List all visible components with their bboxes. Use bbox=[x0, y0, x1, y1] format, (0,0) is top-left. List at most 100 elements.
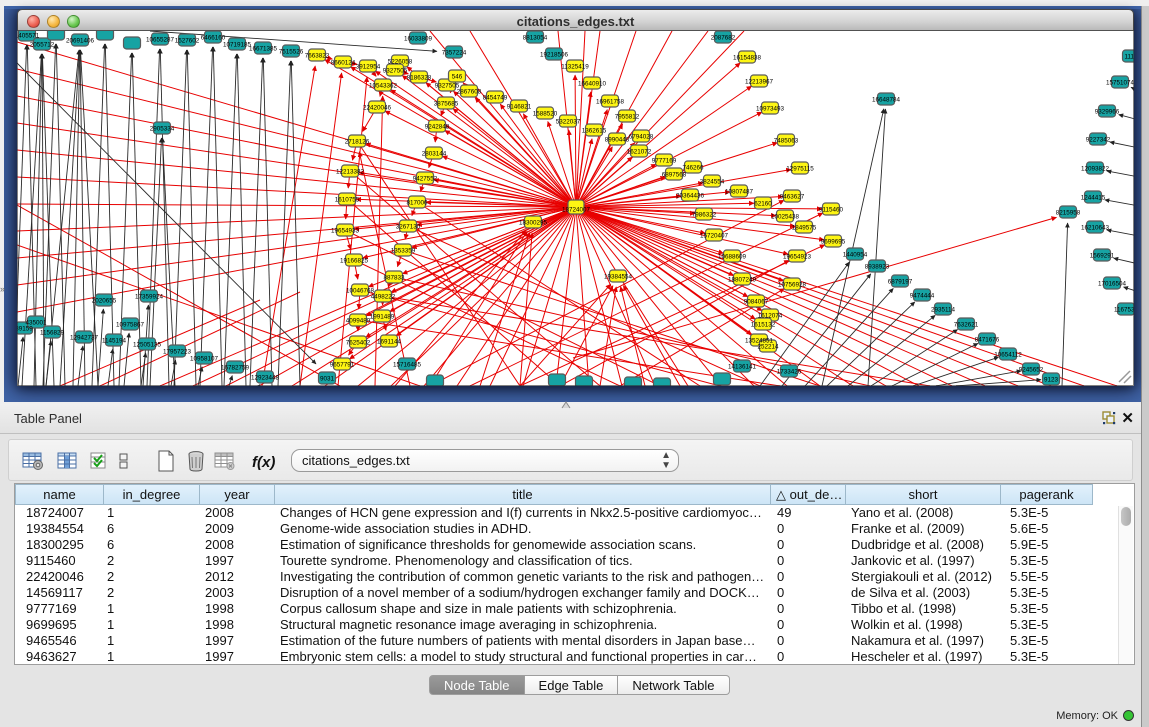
svg-text:252214: 252214 bbox=[757, 344, 779, 351]
svg-text:1610755: 1610755 bbox=[335, 197, 360, 204]
svg-text:18807249: 18807249 bbox=[728, 277, 757, 284]
svg-text:2020655: 2020655 bbox=[92, 298, 117, 305]
svg-text:7515526: 7515526 bbox=[279, 49, 304, 56]
svg-text:7663822: 7663822 bbox=[305, 53, 330, 60]
svg-text:4498222: 4498222 bbox=[371, 294, 396, 301]
svg-text:12213382: 12213382 bbox=[336, 169, 365, 176]
svg-text:18300295: 18300295 bbox=[519, 220, 548, 227]
svg-text:9084067: 9084067 bbox=[744, 299, 769, 306]
svg-text:10719185: 10719185 bbox=[223, 42, 252, 49]
svg-text:9227342: 9227342 bbox=[1086, 137, 1111, 144]
svg-text:7357224: 7357224 bbox=[442, 50, 467, 57]
svg-text:1145194: 1145194 bbox=[102, 338, 127, 345]
svg-text:5322037: 5322037 bbox=[556, 119, 581, 126]
svg-text:18724007: 18724007 bbox=[562, 207, 591, 214]
svg-text:9777169: 9777169 bbox=[652, 158, 677, 165]
svg-text:12505135: 12505135 bbox=[133, 342, 162, 349]
svg-text:10654112: 10654112 bbox=[994, 352, 1022, 359]
svg-text:39159: 39159 bbox=[17, 326, 33, 333]
svg-text:9327505: 9327505 bbox=[383, 68, 408, 75]
svg-text:10543362: 10543362 bbox=[369, 83, 398, 90]
svg-text:6466160: 6466160 bbox=[201, 35, 226, 42]
svg-text:17957223: 17957223 bbox=[163, 349, 192, 356]
svg-text:2803144: 2803144 bbox=[422, 151, 447, 158]
svg-text:12213967: 12213967 bbox=[745, 79, 774, 86]
svg-text:9245652: 9245652 bbox=[1019, 367, 1044, 374]
svg-text:8938923: 8938923 bbox=[865, 264, 890, 271]
svg-text:17359924: 17359924 bbox=[135, 294, 164, 301]
svg-text:1405571: 1405571 bbox=[17, 33, 40, 40]
svg-text:12923448: 12923448 bbox=[251, 375, 280, 382]
svg-text:2905334: 2905334 bbox=[150, 126, 175, 133]
svg-text:2718126: 2718126 bbox=[345, 139, 370, 146]
svg-text:1849575: 1849575 bbox=[792, 225, 817, 232]
svg-text:10807487: 10807487 bbox=[725, 189, 754, 196]
svg-text:9115460: 9115460 bbox=[819, 207, 844, 214]
svg-text:19384554: 19384554 bbox=[604, 274, 633, 281]
svg-text:19166825: 19166825 bbox=[340, 258, 369, 265]
svg-text:9463627: 9463627 bbox=[780, 194, 805, 201]
svg-text:1527602: 1527602 bbox=[175, 38, 200, 45]
svg-text:9146821: 9146821 bbox=[507, 104, 532, 111]
svg-text:6794028: 6794028 bbox=[629, 134, 654, 141]
svg-text:2055712: 2055712 bbox=[30, 42, 55, 49]
svg-text:746266: 746266 bbox=[682, 165, 704, 172]
svg-text:1244415: 1244415 bbox=[1081, 195, 1106, 202]
svg-text:1615132: 1615132 bbox=[751, 322, 776, 329]
svg-text:19654933: 19654933 bbox=[331, 228, 360, 235]
svg-text:5226058: 5226058 bbox=[388, 59, 413, 66]
svg-text:1991489: 1991489 bbox=[370, 314, 395, 321]
svg-text:12975115: 12975115 bbox=[786, 166, 814, 173]
svg-text:1112: 1112 bbox=[1124, 54, 1134, 61]
svg-text:1569291: 1569291 bbox=[1090, 253, 1115, 260]
svg-text:16961758: 16961758 bbox=[596, 99, 625, 106]
svg-text:8186328: 8186328 bbox=[407, 75, 432, 82]
svg-text:2087682: 2087682 bbox=[711, 35, 736, 42]
svg-text:16033809: 16033809 bbox=[404, 36, 433, 43]
svg-text:16640910: 16640910 bbox=[578, 81, 607, 88]
svg-text:1612074: 1612074 bbox=[758, 313, 783, 320]
svg-text:16210643: 16210643 bbox=[1081, 225, 1110, 232]
svg-text:22420046: 22420046 bbox=[363, 105, 392, 112]
svg-text:3267130: 3267130 bbox=[396, 224, 421, 231]
svg-text:9657791: 9657791 bbox=[330, 362, 355, 369]
svg-text:546: 546 bbox=[452, 74, 463, 81]
svg-text:16671385: 16671385 bbox=[249, 46, 278, 53]
svg-text:19654923: 19654923 bbox=[783, 254, 812, 261]
svg-text:6897568: 6897568 bbox=[662, 172, 687, 179]
svg-text:8660124: 8660124 bbox=[331, 60, 356, 67]
svg-text:10655287: 10655287 bbox=[146, 37, 175, 44]
svg-text:9699695: 9699695 bbox=[821, 239, 846, 246]
svg-text:1156829: 1156829 bbox=[40, 330, 65, 337]
svg-text:1733426: 1733426 bbox=[777, 369, 802, 376]
svg-text:10973493: 10973493 bbox=[756, 106, 785, 113]
svg-text:10958107: 10958107 bbox=[190, 356, 219, 363]
svg-text:7485063: 7485063 bbox=[774, 138, 799, 145]
svg-text:9242848: 9242848 bbox=[425, 124, 450, 131]
svg-text:9123: 9123 bbox=[1044, 377, 1059, 384]
svg-text:20691406: 20691406 bbox=[66, 38, 95, 45]
svg-text:2867608: 2867608 bbox=[457, 89, 482, 96]
svg-text:1362615: 1362615 bbox=[582, 128, 607, 135]
svg-text:12093822: 12093822 bbox=[1081, 166, 1110, 173]
svg-text:8990448: 8990448 bbox=[605, 137, 630, 144]
svg-text:4099489: 4099489 bbox=[346, 318, 371, 325]
svg-text:16782759: 16782759 bbox=[221, 365, 250, 372]
svg-text:887833: 887833 bbox=[383, 275, 405, 282]
svg-text:8454749: 8454749 bbox=[483, 95, 508, 102]
svg-text:1167534: 1167534 bbox=[1114, 307, 1134, 314]
svg-text:10688609: 10688609 bbox=[718, 254, 747, 261]
svg-text:7955812: 7955812 bbox=[615, 114, 640, 121]
svg-text:435001: 435001 bbox=[25, 320, 47, 327]
svg-text:17016504: 17016504 bbox=[1098, 281, 1127, 288]
svg-text:62160: 62160 bbox=[754, 201, 772, 208]
svg-text:14136141: 14136141 bbox=[728, 364, 757, 371]
svg-text:9031: 9031 bbox=[320, 376, 335, 383]
svg-text:9474444: 9474444 bbox=[910, 293, 935, 300]
svg-text:3912954: 3912954 bbox=[356, 64, 381, 71]
svg-text:3875685: 3875685 bbox=[434, 101, 459, 108]
svg-text:15716485: 15716485 bbox=[393, 362, 422, 369]
svg-text:1588520: 1588520 bbox=[533, 111, 558, 118]
svg-text:10025438: 10025438 bbox=[771, 214, 800, 221]
svg-text:3824554: 3824554 bbox=[700, 179, 725, 186]
